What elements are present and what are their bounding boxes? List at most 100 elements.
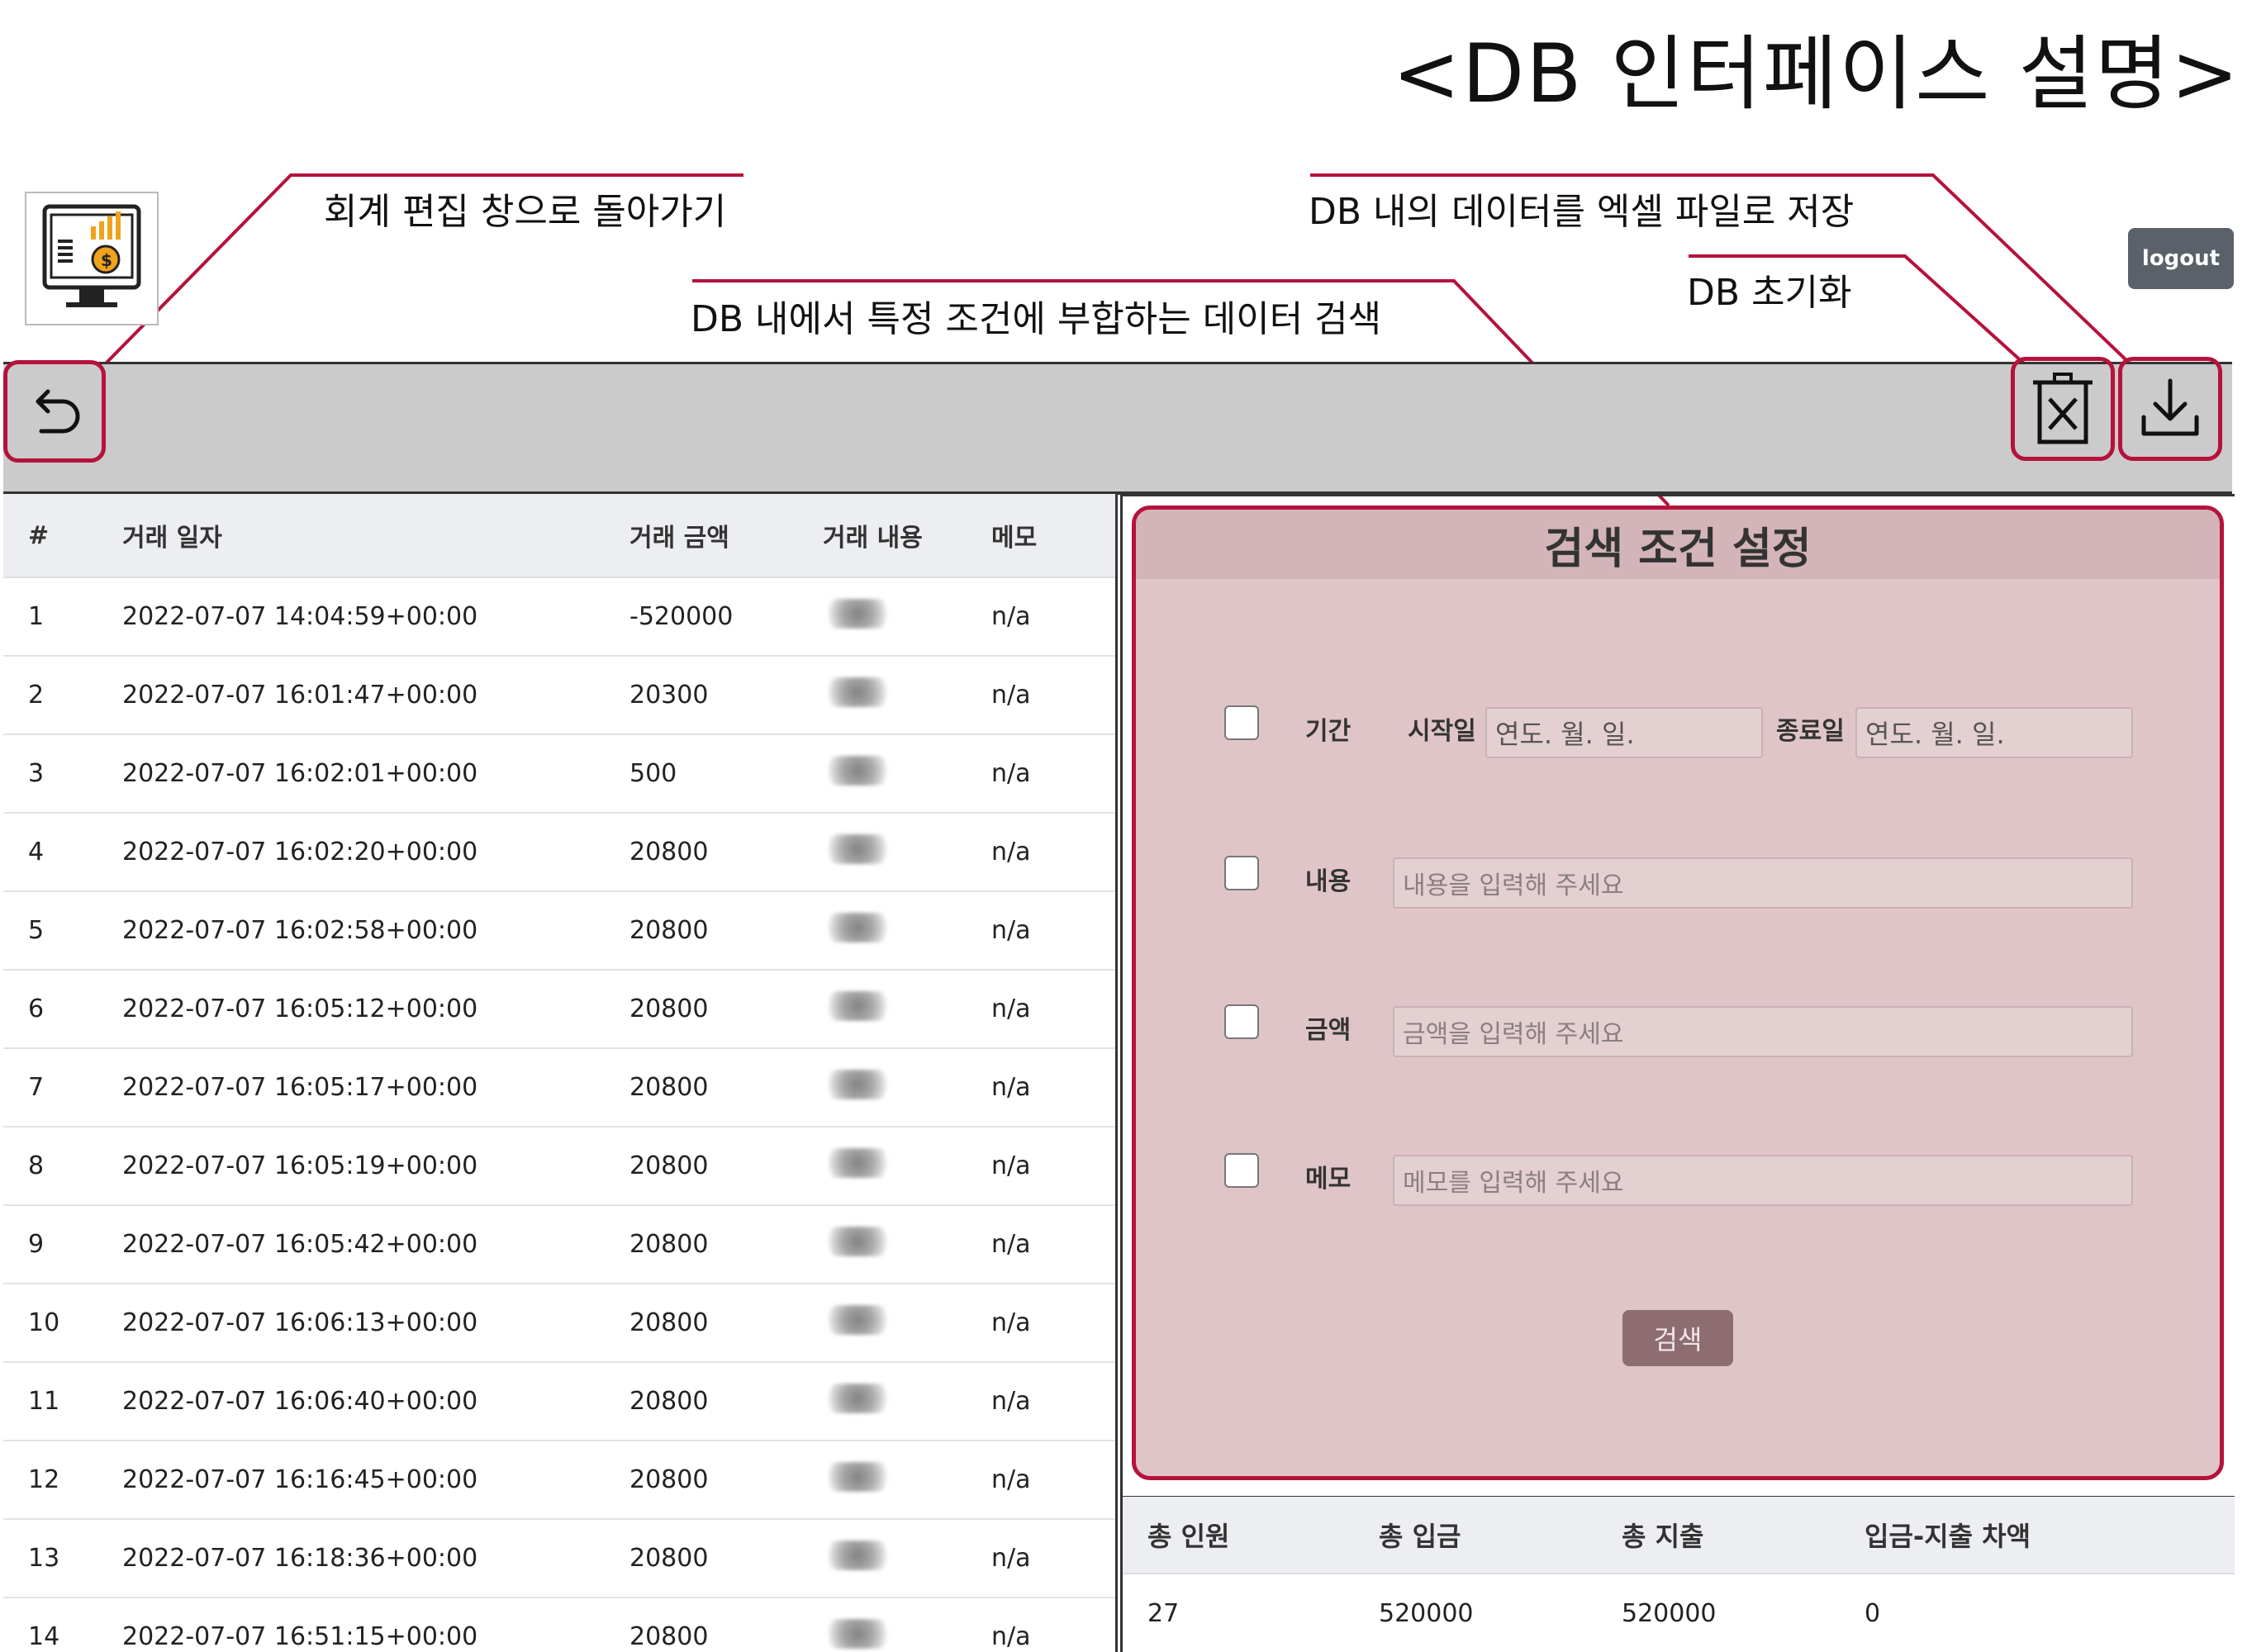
row-date: 2022-07-07 16:02:01+00:00 bbox=[122, 759, 478, 788]
end-date-label: 종료일 bbox=[1776, 717, 1845, 746]
header-description: 거래 내용 bbox=[823, 524, 923, 553]
table-row[interactable]: 14 2022-07-07 16:51:15+00:00 20800 n/a bbox=[3, 1598, 1115, 1652]
summary-header-income: 총 입금 bbox=[1379, 1521, 1461, 1552]
row-amount: 20800 bbox=[629, 1465, 709, 1494]
redacted-description bbox=[823, 990, 892, 1021]
row-description bbox=[798, 1226, 991, 1263]
amount-input[interactable]: 금액을 입력해 주세요 bbox=[1393, 1006, 2133, 1057]
row-date: 2022-07-07 16:18:36+00:00 bbox=[122, 1544, 478, 1573]
table-row[interactable]: 8 2022-07-07 16:05:19+00:00 20800 n/a bbox=[3, 1127, 1115, 1206]
row-amount: 20300 bbox=[629, 681, 709, 710]
annotation-search: DB 내에서 특정 조건에 부합하는 데이터 검색 bbox=[691, 298, 1382, 340]
row-date: 2022-07-07 16:06:40+00:00 bbox=[122, 1387, 478, 1416]
summary-header-expense: 총 지출 bbox=[1622, 1521, 1704, 1552]
row-description bbox=[798, 1069, 991, 1106]
row-num: 7 bbox=[28, 1073, 45, 1102]
row-description bbox=[798, 912, 991, 949]
table-row[interactable]: 9 2022-07-07 16:05:42+00:00 20800 n/a bbox=[3, 1206, 1115, 1284]
row-description bbox=[798, 1618, 991, 1652]
row-description bbox=[798, 1540, 991, 1577]
export-excel-button[interactable] bbox=[2118, 357, 2222, 461]
table-row[interactable]: 2 2022-07-07 16:01:47+00:00 20300 n/a bbox=[3, 657, 1115, 735]
table-row[interactable]: 4 2022-07-07 16:02:20+00:00 20800 n/a bbox=[3, 814, 1115, 892]
row-description bbox=[798, 1461, 991, 1498]
header-amount: 거래 금액 bbox=[629, 524, 729, 553]
table-row[interactable]: 13 2022-07-07 16:18:36+00:00 20800 n/a bbox=[3, 1520, 1115, 1598]
row-description bbox=[798, 755, 991, 792]
row-memo: n/a bbox=[991, 1230, 1031, 1259]
row-memo: n/a bbox=[991, 1465, 1031, 1494]
table-row[interactable]: 11 2022-07-07 16:06:40+00:00 20800 n/a bbox=[3, 1363, 1115, 1441]
annotation-export: DB 내의 데이터를 엑셀 파일로 저장 bbox=[1309, 191, 1855, 233]
search-button[interactable]: 검색 bbox=[1622, 1310, 1733, 1366]
row-amount: 20800 bbox=[629, 1073, 709, 1102]
row-amount: 20800 bbox=[629, 1622, 709, 1651]
row-memo: n/a bbox=[991, 602, 1031, 631]
db-reset-button[interactable] bbox=[2011, 357, 2115, 461]
logout-button[interactable]: logout bbox=[2128, 228, 2234, 289]
row-num: 1 bbox=[28, 602, 45, 631]
row-num: 4 bbox=[28, 838, 45, 866]
row-date: 2022-07-07 16:05:19+00:00 bbox=[122, 1151, 478, 1180]
table-row[interactable]: 5 2022-07-07 16:02:58+00:00 20800 n/a bbox=[3, 892, 1115, 971]
table-row[interactable]: 7 2022-07-07 16:05:17+00:00 20800 n/a bbox=[3, 1049, 1115, 1127]
table-row[interactable]: 12 2022-07-07 16:16:45+00:00 20800 n/a bbox=[3, 1441, 1115, 1520]
row-amount: 20800 bbox=[629, 1230, 709, 1259]
start-date-input[interactable]: 연도. 월. 일. bbox=[1485, 707, 1763, 758]
memo-checkbox[interactable] bbox=[1224, 1153, 1259, 1188]
row-num: 5 bbox=[28, 916, 45, 945]
end-date-input[interactable]: 연도. 월. 일. bbox=[1855, 707, 2133, 758]
summary-income: 520000 bbox=[1379, 1598, 1474, 1628]
start-date-label: 시작일 bbox=[1408, 717, 1476, 746]
start-date-value: 연도. 월. 일. bbox=[1495, 719, 1635, 750]
content-checkbox[interactable] bbox=[1224, 856, 1259, 890]
redacted-description bbox=[823, 833, 892, 864]
row-date: 2022-07-07 14:04:59+00:00 bbox=[122, 602, 478, 631]
row-num: 8 bbox=[28, 1151, 45, 1180]
row-description bbox=[798, 833, 991, 871]
redacted-description bbox=[823, 1147, 892, 1178]
row-num: 14 bbox=[28, 1622, 60, 1651]
annotation-reset: DB 초기화 bbox=[1687, 272, 1852, 314]
header-date: 거래 일자 bbox=[122, 524, 222, 553]
row-description bbox=[798, 990, 991, 1028]
end-date-value: 연도. 월. 일. bbox=[1865, 719, 2005, 750]
row-description bbox=[798, 598, 991, 635]
table-row[interactable]: 1 2022-07-07 14:04:59+00:00 -520000 n/a bbox=[3, 578, 1115, 657]
row-description bbox=[798, 1383, 991, 1420]
memo-input[interactable]: 메모를 입력해 주세요 bbox=[1393, 1155, 2133, 1206]
transaction-table: # 거래 일자 거래 금액 거래 내용 메모 1 2022-07-07 14:04… bbox=[3, 494, 1118, 1652]
summary-header-difference: 입금-지출 차액 bbox=[1865, 1521, 2031, 1552]
back-button[interactable] bbox=[3, 360, 106, 463]
redacted-description bbox=[823, 755, 892, 786]
toolbar bbox=[3, 362, 2232, 495]
redacted-description bbox=[823, 1461, 892, 1492]
table-row[interactable]: 10 2022-07-07 16:06:13+00:00 20800 n/a bbox=[3, 1284, 1115, 1363]
memo-label: 메모 bbox=[1305, 1165, 1352, 1194]
content-input[interactable]: 내용을 입력해 주세요 bbox=[1393, 857, 2133, 909]
table-body: 1 2022-07-07 14:04:59+00:00 -520000 n/a 2 202… bbox=[3, 578, 1115, 1652]
row-memo: n/a bbox=[991, 1387, 1031, 1416]
row-amount: -520000 bbox=[629, 602, 734, 631]
row-num: 2 bbox=[28, 681, 45, 710]
header-num: # bbox=[28, 520, 50, 550]
svg-text:$: $ bbox=[101, 250, 112, 270]
redacted-description bbox=[823, 1383, 892, 1413]
row-date: 2022-07-07 16:05:12+00:00 bbox=[122, 995, 478, 1023]
amount-checkbox[interactable] bbox=[1224, 1004, 1259, 1039]
page-title: <DB 인터페이스 설명> bbox=[1392, 27, 2240, 121]
redacted-description bbox=[823, 1540, 892, 1570]
row-memo: n/a bbox=[991, 681, 1031, 710]
row-date: 2022-07-07 16:06:13+00:00 bbox=[122, 1308, 478, 1337]
row-date: 2022-07-07 16:05:42+00:00 bbox=[122, 1230, 478, 1259]
redacted-description bbox=[823, 1618, 892, 1649]
memo-placeholder: 메모를 입력해 주세요 bbox=[1403, 1169, 1624, 1198]
row-amount: 20800 bbox=[629, 1544, 709, 1573]
table-row[interactable]: 6 2022-07-07 16:05:12+00:00 20800 n/a bbox=[3, 971, 1115, 1049]
period-checkbox[interactable] bbox=[1224, 705, 1259, 740]
row-num: 6 bbox=[28, 995, 45, 1023]
annotation-back: 회계 편집 창으로 돌아가기 bbox=[324, 191, 727, 233]
row-amount: 20800 bbox=[629, 995, 709, 1023]
table-row[interactable]: 3 2022-07-07 16:02:01+00:00 500 n/a bbox=[3, 735, 1115, 814]
download-icon bbox=[2141, 378, 2199, 436]
